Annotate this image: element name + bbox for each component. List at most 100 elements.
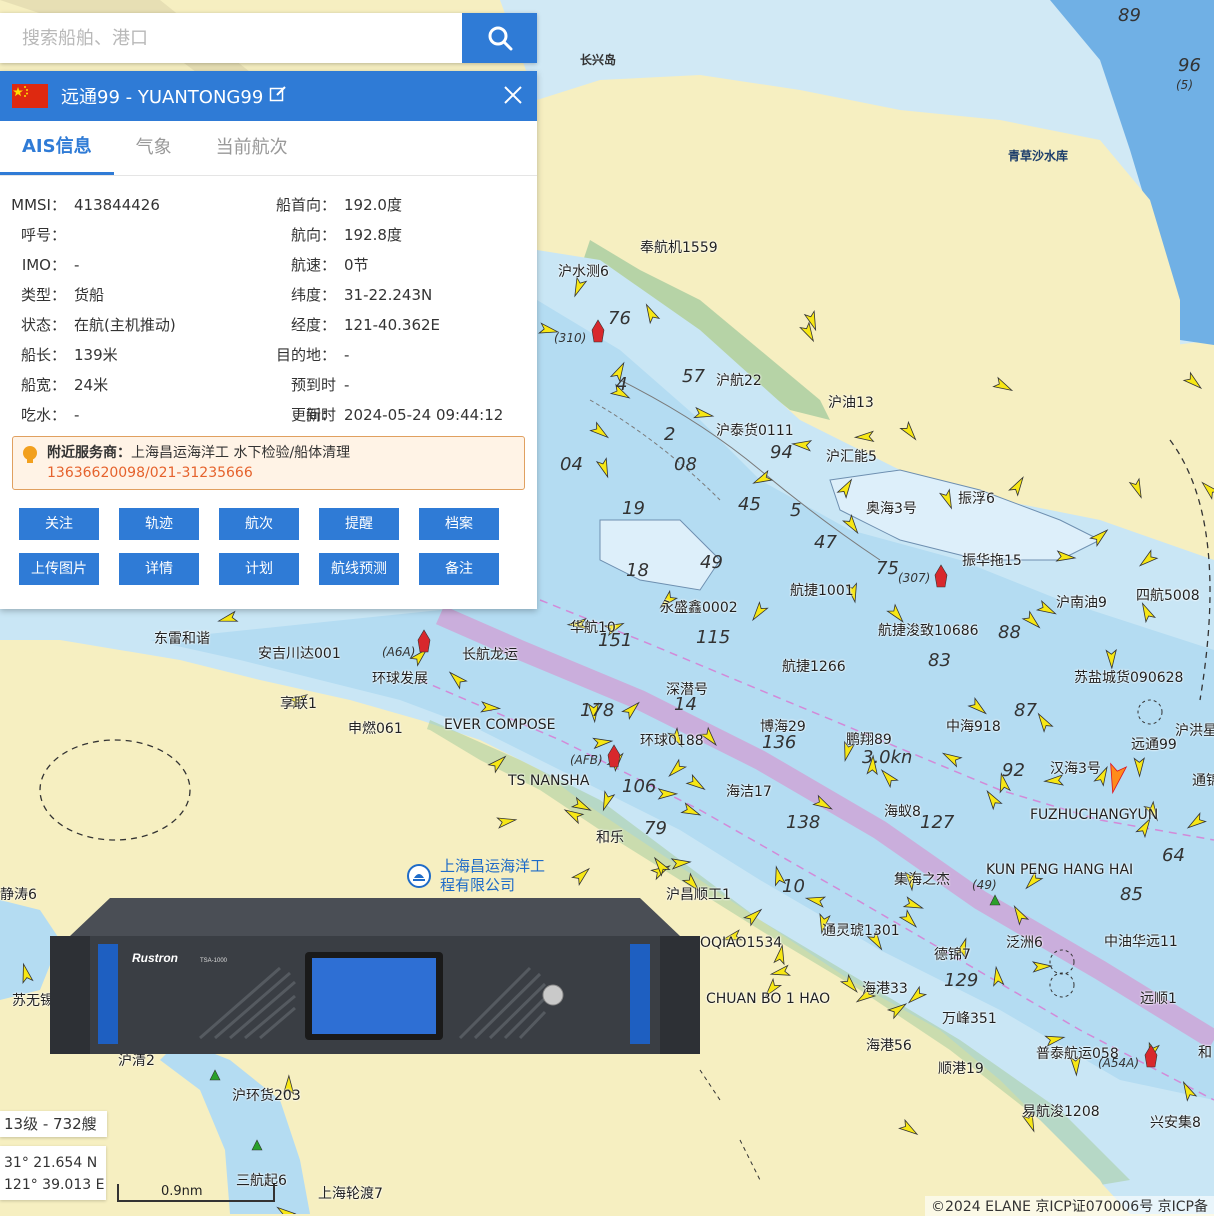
ship-name-label[interactable]: 振华拖15 bbox=[962, 550, 1022, 570]
route-prediction-button[interactable]: 航线预测 bbox=[319, 553, 399, 585]
ship-name-label[interactable]: 顺港19 bbox=[938, 1058, 984, 1078]
ship-name-label[interactable]: 中海918 bbox=[946, 716, 1001, 736]
ship-name-label[interactable]: 海港33 bbox=[862, 978, 908, 998]
close-icon[interactable] bbox=[501, 83, 525, 111]
depth-sounding-label: 79 bbox=[644, 818, 667, 839]
ship-name-label[interactable]: 航捷1266 bbox=[782, 656, 846, 676]
longitude-label: 经度： bbox=[290, 316, 336, 334]
ship-name-label[interactable]: 泛洲6 bbox=[1006, 932, 1043, 952]
tab-current-voyage[interactable]: 当前航次 bbox=[194, 121, 310, 175]
ship-name-label[interactable]: 沪油13 bbox=[828, 392, 874, 412]
ship-name-label[interactable]: 长航龙运 bbox=[462, 644, 518, 664]
updated-value: 2024-05-24 09:44:12 bbox=[344, 406, 504, 424]
plan-button[interactable]: 计划 bbox=[219, 553, 299, 585]
service-phone[interactable]: 13636620098/021-31235666 bbox=[47, 465, 253, 481]
ship-name-label[interactable]: 申燃061 bbox=[348, 718, 403, 738]
ship-name-label[interactable]: 航捷浚致10686 bbox=[878, 620, 979, 640]
info-row: 状态： 在航(主机推动) 经度： 121-40.362E bbox=[0, 310, 537, 340]
ship-name-label[interactable]: 沪泰货0111 bbox=[716, 420, 794, 440]
ship-name-label[interactable]: 通灵琥1301 bbox=[822, 920, 900, 940]
ship-name-label[interactable]: 海蚁8 bbox=[884, 801, 921, 821]
ship-name-label[interactable]: 沪洪星 bbox=[1175, 720, 1214, 740]
details-button[interactable]: 详情 bbox=[119, 553, 199, 585]
voyage-button[interactable]: 航次 bbox=[219, 508, 299, 540]
ship-name-label[interactable]: 海洁17 bbox=[726, 781, 772, 801]
depth-sounding-label: 106 bbox=[622, 776, 657, 797]
ship-name-label[interactable]: 航捷1001 bbox=[790, 580, 854, 600]
ship-name-label[interactable]: 沪南油9 bbox=[1056, 592, 1107, 612]
ship-name-label[interactable]: FUZHUCHANGYUN bbox=[1030, 807, 1158, 823]
search-input[interactable] bbox=[0, 13, 462, 63]
depth-sounding-label: 2 bbox=[664, 424, 676, 445]
tab-ais-info[interactable]: AIS信息 bbox=[0, 121, 114, 175]
search-button[interactable] bbox=[462, 13, 537, 63]
ship-name-label[interactable]: 苏盐城货090628 bbox=[1074, 667, 1183, 687]
ship-name-label[interactable]: 奥海3号 bbox=[866, 498, 917, 518]
service-company[interactable]: 上海昌运海洋工 bbox=[131, 445, 229, 461]
ship-name-label[interactable]: 享联1 bbox=[280, 693, 317, 713]
ship-name-label[interactable]: 四航5008 bbox=[1136, 585, 1200, 605]
upload-photo-button[interactable]: 上传图片 bbox=[19, 553, 99, 585]
ship-name-label[interactable]: TS NANSHA bbox=[508, 773, 589, 789]
rustron-device-advert[interactable]: Rustron TSA-1000 bbox=[50, 898, 700, 1054]
ship-name-label[interactable]: EVER COMPOSE bbox=[444, 717, 556, 733]
company-marker[interactable]: 上海昌运海洋工 程有限公司 bbox=[406, 857, 545, 895]
callsign-value bbox=[66, 220, 270, 250]
length-value: 139米 bbox=[74, 346, 118, 364]
updated-label: 更新时间： bbox=[290, 406, 336, 454]
ship-name-label[interactable]: 环球0188 bbox=[640, 730, 704, 750]
ship-name-label[interactable]: 和乐 bbox=[596, 827, 624, 847]
ship-name-label[interactable]: 沪水测6 bbox=[558, 261, 609, 281]
depth-sounding-label: 64 bbox=[1162, 845, 1185, 866]
ship-name-label[interactable]: 上海轮渡7 bbox=[318, 1183, 383, 1203]
ship-name-label[interactable]: 远顺1 bbox=[1140, 988, 1177, 1008]
ship-name-label[interactable]: 奉航机1559 bbox=[640, 237, 718, 257]
ship-name-label[interactable]: 万峰351 bbox=[942, 1008, 997, 1028]
depth-sounding-label: 4 bbox=[616, 374, 628, 395]
depth-sounding-label: 85 bbox=[1120, 884, 1143, 905]
archive-button[interactable]: 档案 bbox=[419, 508, 499, 540]
ship-name-label[interactable]: 沪汇能5 bbox=[826, 446, 877, 466]
tab-weather[interactable]: 气象 bbox=[114, 121, 194, 175]
ship-name-label[interactable]: 静涛6 bbox=[0, 884, 37, 904]
ship-name-label[interactable]: 通锦 bbox=[1192, 770, 1214, 790]
ship-name-label[interactable]: 德锦7 bbox=[934, 944, 971, 964]
ship-name-label[interactable]: 沪环货203 bbox=[232, 1085, 301, 1105]
copyright-text: ©2024 ELANE 京ICP证070006号 京ICP备 bbox=[925, 1196, 1214, 1216]
service-label: 附近服务商： bbox=[47, 445, 131, 461]
longitude-readout: 121° 39.013 E bbox=[4, 1177, 105, 1193]
follow-button[interactable]: 关注 bbox=[19, 508, 99, 540]
ship-name-label[interactable]: 环球发展 bbox=[372, 668, 428, 688]
ship-name-label[interactable]: 鹏翔89 bbox=[846, 729, 892, 749]
mmsi-label: MMSI： bbox=[11, 196, 66, 214]
ship-name-label[interactable]: 海港56 bbox=[866, 1035, 912, 1055]
ship-name-label[interactable]: 安吉川达001 bbox=[258, 643, 341, 663]
heading-value: 192.0度 bbox=[344, 196, 402, 214]
ship-name-label[interactable]: 和 bbox=[1198, 1042, 1212, 1062]
depth-sounding-label: 04 bbox=[560, 454, 583, 475]
course-value: 192.8度 bbox=[344, 226, 402, 244]
ship-name-label[interactable]: 苏无锡 bbox=[12, 990, 54, 1010]
track-button[interactable]: 轨迹 bbox=[119, 508, 199, 540]
ship-name-label[interactable]: 汉海3号 bbox=[1050, 758, 1101, 778]
edit-icon[interactable] bbox=[269, 85, 287, 107]
ship-name-label[interactable]: 中油华远11 bbox=[1104, 931, 1178, 951]
ship-name-label[interactable]: CHUAN BO 1 HAO bbox=[706, 991, 830, 1007]
search-bar bbox=[0, 13, 537, 63]
nearby-service-notice[interactable]: 附近服务商：上海昌运海洋工 水下检验/船体清理 13636620098/021-… bbox=[12, 436, 525, 490]
ship-name-label[interactable]: 永盛鑫0002 bbox=[660, 597, 738, 617]
ship-name-label[interactable]: 沪航22 bbox=[716, 370, 762, 390]
ship-name-label[interactable]: 兴安集8 bbox=[1150, 1112, 1201, 1132]
ship-name-label[interactable]: KUN PENG HANG HAI bbox=[986, 862, 1133, 878]
ship-name-label[interactable]: 集海之杰 bbox=[894, 869, 950, 889]
ship-name-label[interactable]: 远通99 bbox=[1131, 734, 1177, 754]
ship-name-label[interactable]: 东雷和谐 bbox=[154, 628, 210, 648]
reminder-button[interactable]: 提醒 bbox=[319, 508, 399, 540]
course-label: 航向： bbox=[290, 226, 336, 244]
depth-sounding-label: 75 bbox=[876, 558, 899, 579]
ship-name-label[interactable]: 振浮6 bbox=[958, 488, 995, 508]
ship-name-label[interactable]: 易航浚1208 bbox=[1022, 1101, 1100, 1121]
ship-name-label[interactable]: OQIAO1534 bbox=[700, 935, 782, 951]
notes-button[interactable]: 备注 bbox=[419, 553, 499, 585]
depth-sounding-label: 10 bbox=[782, 876, 805, 897]
